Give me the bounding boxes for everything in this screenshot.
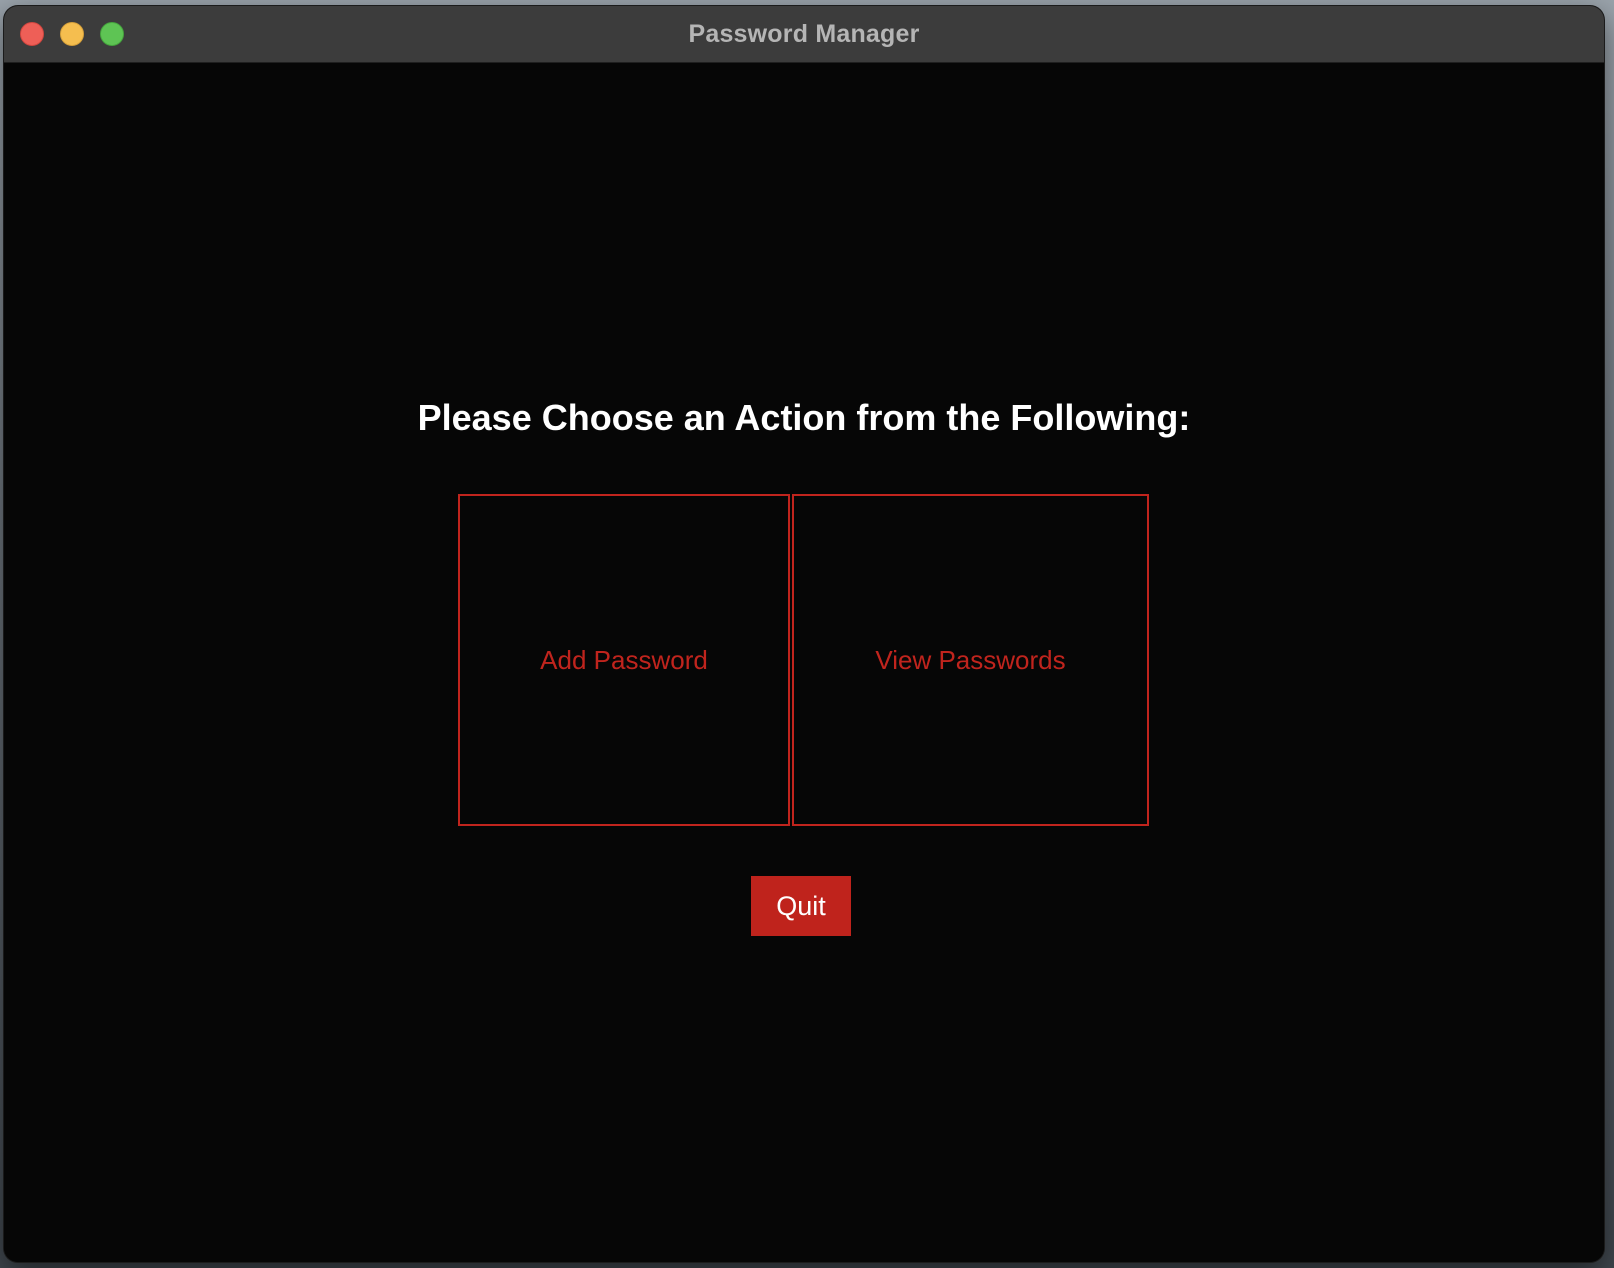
view-passwords-label: View Passwords [875, 644, 1066, 675]
page-title: Please Choose an Action from the Followi… [417, 397, 1191, 438]
quit-label: Quit [776, 890, 826, 921]
app-window: Password Manager Please Choose an Action… [4, 6, 1604, 1262]
desktop-background: Password Manager Please Choose an Action… [0, 0, 1614, 1268]
main-content: Please Choose an Action from the Followi… [4, 63, 1604, 1262]
add-password-label: Add Password [540, 644, 708, 675]
title-bar[interactable]: Password Manager [4, 6, 1604, 63]
add-password-button[interactable]: Add Password [458, 494, 790, 826]
window-title: Password Manager [688, 20, 920, 48]
view-passwords-button[interactable]: View Passwords [792, 494, 1149, 826]
quit-button[interactable]: Quit [751, 876, 851, 936]
